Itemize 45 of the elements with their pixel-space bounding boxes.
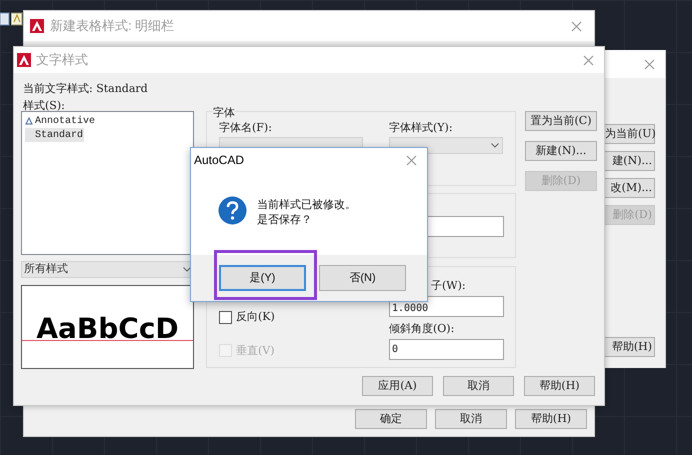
style-list-item[interactable]: Annotative [25, 114, 96, 128]
dialog-button[interactable]: 建(N)... [605, 151, 655, 171]
toolbar-icon[interactable] [11, 12, 23, 26]
app-logo-icon [30, 19, 44, 33]
message-text: 是否保存？ [257, 213, 313, 228]
dialog-button[interactable]: 否(N) [319, 265, 406, 292]
dialog-button[interactable]: 确定 [355, 409, 427, 429]
message-text: 当前样式已被修改。 [257, 198, 356, 213]
dialog-button[interactable]: 置为当前(C) [525, 111, 597, 131]
dialog-button[interactable]: 帮助(H) [605, 337, 655, 357]
close-icon[interactable] [571, 20, 582, 32]
field-label: 字体名(F): [219, 121, 273, 135]
dialog-button[interactable]: 为当前(U) [605, 124, 655, 144]
dialog-button[interactable]: 应用(A) [362, 376, 433, 396]
field-label: 子(W): [431, 279, 466, 293]
question-icon [218, 196, 247, 225]
dialog-button[interactable]: 改(M)... [605, 178, 655, 198]
dialog-button[interactable]: 取消 [435, 409, 507, 429]
preview-text: AaBbCcD [36, 314, 179, 344]
group-title: 字体 [213, 106, 235, 120]
checkbox-label: 反向(K) [236, 309, 275, 325]
dialog-button[interactable]: 新建(N)... [525, 141, 597, 161]
style-list-item[interactable]: Standard [25, 128, 84, 142]
field-label: 字体样式(Y): [389, 121, 454, 135]
current-style-label: 当前文字样式: Standard [23, 81, 148, 97]
checkbox[interactable] [219, 310, 232, 324]
chevron-down-icon [491, 143, 499, 148]
window-title: 新建表格样式: 明细栏 [50, 17, 174, 36]
chevron-down-icon [183, 267, 191, 272]
close-icon[interactable] [583, 54, 594, 66]
dialog-title: AutoCAD [194, 152, 244, 169]
app-logo-icon [17, 53, 31, 67]
field-label: 倾斜角度(O): [389, 322, 456, 336]
dialog-button[interactable]: 帮助(H) [524, 376, 595, 396]
width-factor-field[interactable]: 1.0000 [389, 296, 504, 317]
dialog-button[interactable]: 是(Y) [219, 265, 306, 292]
close-icon[interactable] [644, 58, 655, 70]
checkbox-label: 垂直(V) [236, 342, 275, 358]
styles-label: 样式(S): [23, 98, 65, 114]
window-title: 文字样式 [36, 51, 88, 70]
dialog-button[interactable]: 取消 [443, 376, 514, 396]
dialog-button[interactable]: 帮助(H) [515, 409, 587, 429]
toolbar-icon[interactable] [0, 12, 10, 26]
oblique-angle-field[interactable]: 0 [389, 339, 504, 360]
close-icon[interactable] [406, 154, 417, 166]
